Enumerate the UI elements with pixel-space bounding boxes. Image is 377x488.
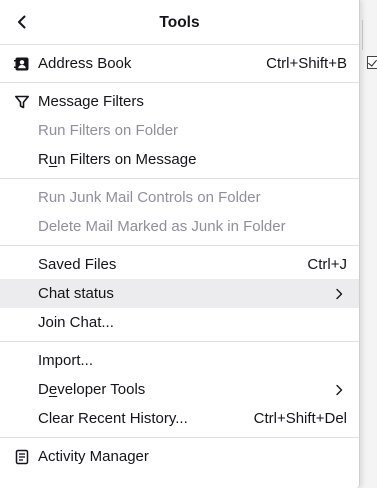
menu-item-label: Import... xyxy=(38,352,94,369)
shortcut-text: Ctrl+Shift+Del xyxy=(253,410,347,427)
menu-item-label: Developer Tools xyxy=(38,381,146,398)
menu-item-chat-status[interactable]: Chat status xyxy=(0,279,359,308)
menu-item-label: Chat status xyxy=(38,285,114,302)
menu-item-label: Saved Files xyxy=(38,256,117,273)
menu-item-label: Activity Manager xyxy=(38,448,149,465)
menu-header: Tools xyxy=(0,0,359,45)
background-divider xyxy=(362,20,363,50)
menu-item-label: Address Book xyxy=(38,55,132,72)
shortcut-text: Ctrl+J xyxy=(307,256,347,273)
screen: Tools Address Book Ctrl+Shift+B Message … xyxy=(0,0,377,488)
menu-item-label: Clear Recent History... xyxy=(38,410,188,427)
menu-title: Tools xyxy=(159,14,200,31)
menu-item-run-junk-controls[interactable]: Run Junk Mail Controls on Folder xyxy=(0,183,359,212)
menu-group-filters: Message Filters Run Filters on Folder Ru… xyxy=(0,83,359,179)
menu-item-developer-tools[interactable]: Developer Tools xyxy=(0,375,359,404)
tools-menu-panel: Tools Address Book Ctrl+Shift+B Message … xyxy=(0,0,360,488)
menu-item-activity-manager[interactable]: Activity Manager xyxy=(0,442,359,471)
menu-item-label: Delete Mail Marked as Junk in Folder xyxy=(38,218,286,235)
menu-item-saved-files[interactable]: Saved Files Ctrl+J xyxy=(0,250,359,279)
filter-funnel-icon xyxy=(14,94,30,110)
activity-manager-icon xyxy=(14,449,30,465)
menu-item-join-chat[interactable]: Join Chat... xyxy=(0,308,359,337)
menu-group-import-dev: Import... Developer Tools Clear Recent H… xyxy=(0,342,359,438)
menu-group-files-chat: Saved Files Ctrl+J Chat status Join Chat… xyxy=(0,246,359,342)
menu-item-label: Run Filters on Message xyxy=(38,151,197,168)
menu-item-label: Run Junk Mail Controls on Folder xyxy=(38,189,261,206)
shortcut-text: Ctrl+Shift+B xyxy=(266,55,347,72)
chevron-right-icon xyxy=(333,384,345,396)
menu-item-label: Message Filters xyxy=(38,93,144,110)
address-book-icon xyxy=(14,56,30,72)
menu-item-message-filters[interactable]: Message Filters xyxy=(0,87,359,116)
menu-item-label: Join Chat... xyxy=(38,314,114,331)
background-checkbox[interactable] xyxy=(367,56,377,69)
menu-group-junk: Run Junk Mail Controls on Folder Delete … xyxy=(0,179,359,246)
menu-item-clear-history[interactable]: Clear Recent History... Ctrl+Shift+Del xyxy=(0,404,359,433)
menu-item-delete-junk[interactable]: Delete Mail Marked as Junk in Folder xyxy=(0,212,359,241)
menu-item-run-filters-message[interactable]: Run Filters on Message xyxy=(0,145,359,174)
menu-item-run-filters-folder[interactable]: Run Filters on Folder xyxy=(0,116,359,145)
menu-item-import[interactable]: Import... xyxy=(0,346,359,375)
menu-group-activity: Activity Manager xyxy=(0,438,359,475)
chevron-right-icon xyxy=(333,288,345,300)
menu-item-label: Run Filters on Folder xyxy=(38,122,179,139)
menu-group-address-book: Address Book Ctrl+Shift+B xyxy=(0,45,359,83)
menu-item-address-book[interactable]: Address Book Ctrl+Shift+B xyxy=(0,49,359,78)
